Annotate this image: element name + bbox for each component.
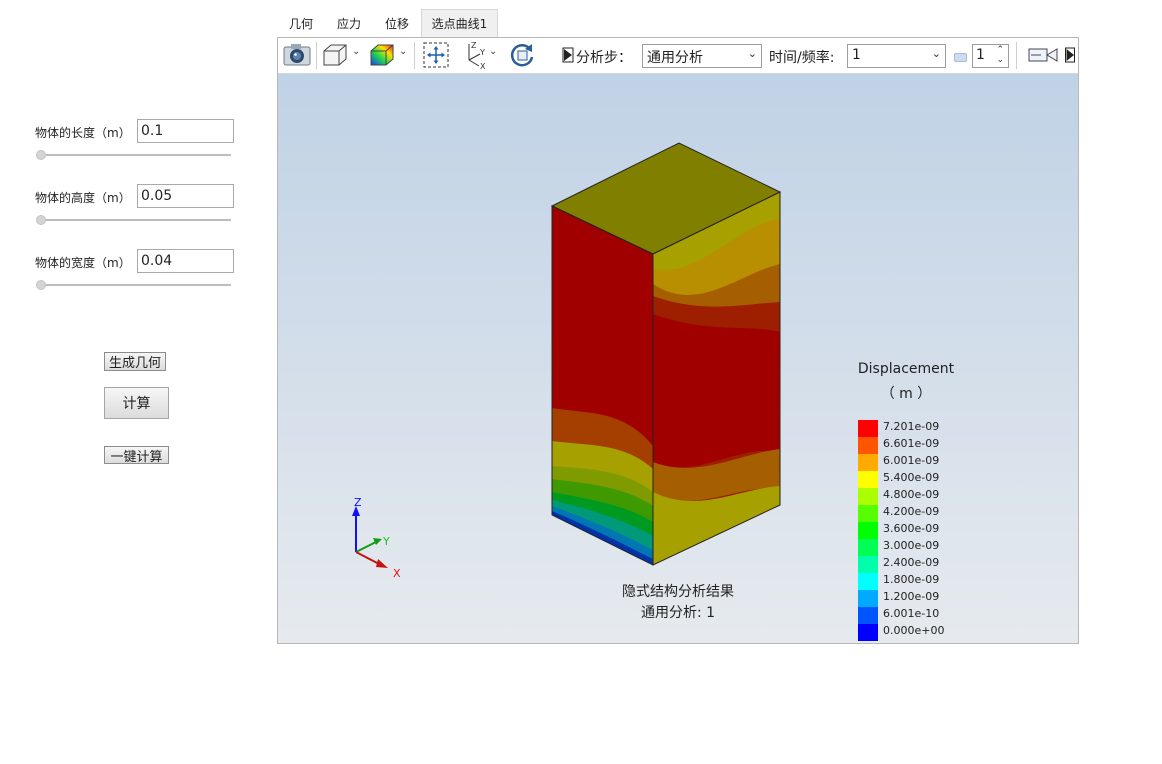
legend-swatch [858,454,878,471]
width-label: 物体的宽度（m） [35,256,131,270]
toolbar-overflow-icon[interactable] [1064,41,1076,69]
record-video-icon[interactable] [1026,41,1060,69]
height-slider[interactable] [38,219,231,221]
legend-swatch [858,437,878,454]
legend-swatch [858,522,878,539]
compute-button[interactable]: 计算 [104,387,169,419]
legend-swatch [858,420,878,437]
analysis-step-value: 通用分析 [647,50,703,66]
legend-unit: （ m ） [880,386,932,402]
step-nav-icon[interactable] [561,41,575,69]
contour-color-icon[interactable] [368,41,396,69]
one-click-compute-button[interactable]: 一键计算 [104,446,169,465]
legend-swatch [858,607,878,624]
svg-text:X: X [480,62,486,70]
legend-value: 3.000e-09 [883,539,940,552]
axes-icon[interactable]: Z Y X [460,41,490,70]
result-viewer: ⌄ ⌄ Z Y X ⌄ 分析步： 通用分析 ⌄ 时间/频率: 1 ⌄ 1 ⌃ ⌄… [277,37,1079,644]
axes-caret-icon[interactable]: ⌄ [489,46,497,57]
legend-swatch [858,539,878,556]
chevron-down-icon: ⌄ [747,47,757,60]
legend-value: 1.200e-09 [883,590,940,603]
contour-caret-icon[interactable]: ⌄ [399,46,407,57]
legend-value: 7.201e-09 [883,420,940,433]
viewport-canvas[interactable]: Z Y X Displacement （ m ） 7.201e-09 6.601e… [278,74,1078,643]
legend-swatch [858,471,878,488]
length-input[interactable] [137,119,234,143]
height-slider-thumb[interactable] [36,215,46,225]
legend-value: 6.601e-09 [883,437,940,450]
legend-swatch [858,505,878,522]
frame-spinbox[interactable]: 1 ⌃ ⌄ [972,44,1009,68]
legend-value: 3.600e-09 [883,522,940,535]
axis-y-label: Y [382,535,390,548]
legend-swatch [858,590,878,607]
viewer-toolbar: ⌄ ⌄ Z Y X ⌄ 分析步： 通用分析 ⌄ 时间/频率: 1 ⌄ 1 ⌃ ⌄ [278,38,1078,74]
length-slider-thumb[interactable] [36,150,46,160]
tab-displacement[interactable]: 位移 [375,9,419,37]
legend-swatch [858,573,878,590]
analysis-step-label: 分析步： [576,50,632,66]
legend-value: 1.800e-09 [883,573,940,586]
legend-value: 2.400e-09 [883,556,940,569]
chevron-down-icon: ⌄ [931,47,941,60]
cube-view-caret-icon[interactable]: ⌄ [352,46,360,57]
axis-z-label: Z [354,496,362,509]
time-frequency-value: 1 [852,47,861,63]
length-label: 物体的长度（m） [35,126,131,140]
rotate-icon[interactable] [507,41,537,69]
fit-view-icon[interactable] [421,41,451,69]
spin-slider-handle[interactable] [954,53,967,62]
time-frequency-select[interactable]: 1 ⌄ [847,44,946,68]
tab-geometry[interactable]: 几何 [280,9,322,37]
frame-spinbox-value: 1 [976,47,985,63]
axis-x-label: X [393,567,401,580]
tab-stress[interactable]: 应力 [327,9,371,37]
spin-arrows-icon[interactable]: ⌃ ⌄ [996,45,1004,65]
legend-value: 4.200e-09 [883,505,940,518]
legend-value: 5.400e-09 [883,471,940,484]
width-slider-thumb[interactable] [36,280,46,290]
tab-point-curve[interactable]: 选点曲线1 [421,9,498,37]
legend-value: 6.001e-09 [883,454,940,467]
svg-text:Y: Y [479,48,485,57]
width-input[interactable] [137,249,234,273]
legend-swatch [858,556,878,573]
svg-text:Z: Z [471,41,477,50]
height-label: 物体的高度（m） [35,191,131,205]
cube-view-icon[interactable] [321,41,349,69]
generate-geometry-button[interactable]: 生成几何 [104,352,166,371]
length-slider[interactable] [38,154,231,156]
result-caption: 隐式结构分析结果 [622,584,734,600]
legend-title: Displacement [857,361,955,377]
width-slider[interactable] [38,284,231,286]
legend-value: 6.001e-10 [883,607,940,620]
legend-value: 0.000e+00 [883,624,945,637]
time-frequency-label: 时间/频率: [769,50,835,66]
legend-swatch [858,488,878,505]
analysis-step-select[interactable]: 通用分析 ⌄ [642,44,762,68]
camera-icon[interactable] [281,41,313,69]
result-subcaption: 通用分析: 1 [640,605,716,621]
legend-value: 4.800e-09 [883,488,940,501]
height-input[interactable] [137,184,234,208]
legend-swatch [858,624,878,641]
box-model: Z Y X [352,142,782,580]
